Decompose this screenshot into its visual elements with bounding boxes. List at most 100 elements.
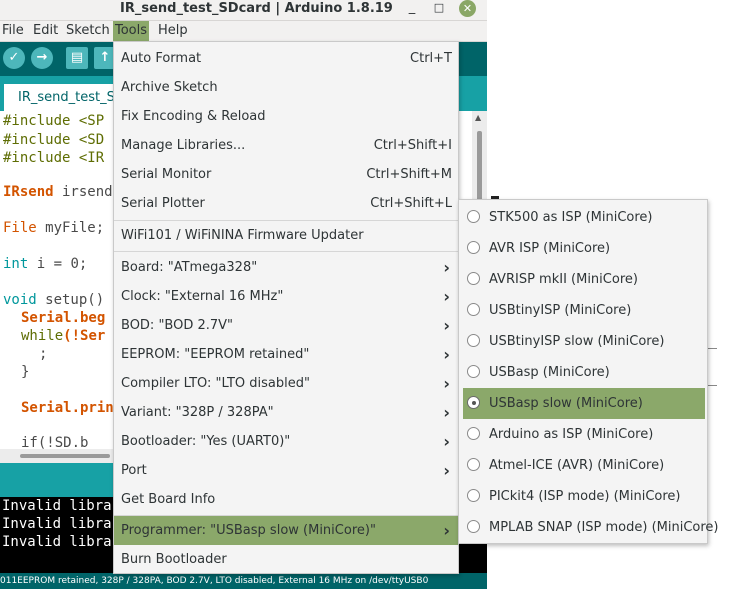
menu-file[interactable]: File [0,21,26,41]
menu-edit[interactable]: Edit [31,21,60,41]
radio-button-icon[interactable] [467,365,480,378]
menu-item-fix-encoding[interactable]: Fix Encoding & Reload [114,102,458,131]
menu-item-archive-sketch[interactable]: Archive Sketch [114,73,458,102]
programmer-option-label: MPLAB SNAP (ISP mode) (MiniCore) [489,520,719,535]
submenu-arrow-icon: › [443,432,450,451]
code-keyword: while [21,328,64,344]
code-line: while(!Ser [21,327,105,346]
menu-item-get-board-info[interactable]: Get Board Info [114,485,458,514]
menu-item-programmer[interactable]: Programmer: "USBasp slow (MiniCore)" › [114,516,458,545]
radio-button-icon[interactable] [467,520,480,533]
radio-button-icon[interactable] [467,427,480,440]
programmer-option-label: USBtinyISP (MiniCore) [489,303,632,318]
menu-item-bootloader[interactable]: Bootloader: "Yes (UART0)" › [114,427,458,456]
menu-item-bod[interactable]: BOD: "BOD 2.7V" › [114,311,458,340]
maximize-icon[interactable]: □ [433,0,445,18]
code-include: #include <SP [3,113,105,129]
programmer-option-label: USBasp slow (MiniCore) [489,396,643,411]
shortcut-label: Ctrl+T [410,51,452,66]
submenu-arrow-icon: › [443,374,450,393]
menu-item-wifi-updater[interactable]: WiFi101 / WiFiNINA Firmware Updater [114,221,458,250]
menu-item-label: Bootloader: "Yes (UART0)" [121,434,291,449]
menu-tools[interactable]: Tools [113,21,150,41]
code-type: void [3,292,37,308]
tools-menu: Auto Format Ctrl+T Archive Sketch Fix En… [113,41,459,574]
radio-button-icon[interactable] [467,272,480,285]
close-icon[interactable]: ✕ [459,0,476,17]
menu-item-label: Serial Monitor [121,167,212,182]
programmer-option-selected[interactable]: USBasp slow (MiniCore) [463,388,705,419]
programmer-option-label: Atmel-ICE (AVR) (MiniCore) [489,458,665,473]
minimize-icon[interactable]: _ [406,0,418,18]
menu-sketch[interactable]: Sketch [64,21,112,41]
background-divider [708,385,717,386]
menu-item-burn-bootloader[interactable]: Burn Bootloader [114,545,458,574]
programmer-option[interactable]: AVRISP mkII (MiniCore) [459,264,707,295]
submenu-arrow-icon: › [443,521,450,540]
tab-sketch[interactable]: IR_send_test_SDcard [4,84,116,111]
code-type: File [3,220,37,236]
programmer-option[interactable]: Atmel-ICE (AVR) (MiniCore) [459,450,707,481]
menu-bar: File Edit Sketch Tools Help [0,21,487,42]
menu-item-label: Port [121,463,147,478]
menu-item-variant[interactable]: Variant: "328P / 328PA" › [114,398,458,427]
code-line: int i = 0; [3,255,87,274]
menu-item-eeprom[interactable]: EEPROM: "EEPROM retained" › [114,340,458,369]
programmer-option-label: STK500 as ISP (MiniCore) [489,210,653,225]
code-line: File myFile; [3,219,104,238]
new-sketch-icon[interactable]: ▤ [66,47,88,69]
menu-item-label: Get Board Info [121,492,216,507]
programmer-option[interactable]: USBasp (MiniCore) [459,357,707,388]
radio-button-selected-icon[interactable] [467,396,480,409]
verify-icon[interactable]: ✓ [3,47,25,69]
programmer-option[interactable]: AVR ISP (MiniCore) [459,233,707,264]
menu-item-serial-monitor[interactable]: Serial Monitor Ctrl+Shift+M [114,160,458,189]
programmer-option[interactable]: MPLAB SNAP (ISP mode) (MiniCore) [459,512,719,543]
menu-item-manage-libraries[interactable]: Manage Libraries... Ctrl+Shift+I [114,131,458,160]
window-title: IR_send_test_SDcard | Arduino 1.8.19 [120,1,393,16]
scrollbar-thumb[interactable] [20,454,110,458]
menu-item-label: BOD: "BOD 2.7V" [121,318,234,333]
radio-button-icon[interactable] [467,210,480,223]
scroll-up-icon[interactable]: ▲ [475,113,481,122]
code-include: #include <SD [3,132,105,148]
code-include: #include <IR [3,150,105,166]
code-line: void setup() [3,291,104,310]
menu-item-board[interactable]: Board: "ATmega328" › [114,253,458,282]
programmer-option-label: AVR ISP (MiniCore) [489,241,611,256]
submenu-arrow-icon: › [443,461,450,480]
programmer-option[interactable]: USBtinyISP (MiniCore) [459,295,707,326]
submenu-arrow-icon: › [443,258,450,277]
menu-item-label: Archive Sketch [121,80,218,95]
code-line: #include <IR [3,149,104,168]
menu-item-serial-plotter[interactable]: Serial Plotter Ctrl+Shift+L [114,189,458,218]
radio-button-icon[interactable] [467,303,480,316]
menu-item-compiler-lto[interactable]: Compiler LTO: "LTO disabled" › [114,369,458,398]
menu-item-auto-format[interactable]: Auto Format Ctrl+T [114,44,458,73]
programmer-option[interactable]: STK500 as ISP (MiniCore) [459,202,707,233]
programmer-option[interactable]: Arduino as ISP (MiniCore) [459,419,707,450]
programmer-submenu: STK500 as ISP (MiniCore) AVR ISP (MiniCo… [458,199,719,544]
menu-item-label: Auto Format [121,51,202,66]
upload-icon[interactable]: → [31,47,53,69]
programmer-option[interactable]: USBtinyISP slow (MiniCore) [459,326,707,357]
radio-button-icon[interactable] [467,489,480,502]
programmer-option[interactable]: PICkit4 (ISP mode) (MiniCore) [459,481,707,512]
menu-help[interactable]: Help [156,21,190,41]
menu-item-label: Manage Libraries... [121,138,246,153]
submenu-arrow-icon: › [443,403,450,422]
console-line: Invalid libra [2,498,112,514]
programmer-option-label: Arduino as ISP (MiniCore) [489,427,654,442]
menu-item-clock[interactable]: Clock: "External 16 MHz" › [114,282,458,311]
menu-item-label: Variant: "328P / 328PA" [121,405,274,420]
background-divider [708,348,717,349]
shortcut-label: Ctrl+Shift+L [370,196,452,211]
menu-item-label: Board: "ATmega328" [121,260,258,275]
menu-item-label: Programmer: "USBasp slow (MiniCore)" [121,523,376,538]
radio-button-icon[interactable] [467,334,480,347]
code-text: irsend [53,184,113,200]
radio-button-icon[interactable] [467,458,480,471]
menu-item-port[interactable]: Port › [114,456,458,485]
programmer-option-label: USBasp (MiniCore) [489,365,610,380]
radio-button-icon[interactable] [467,241,480,254]
